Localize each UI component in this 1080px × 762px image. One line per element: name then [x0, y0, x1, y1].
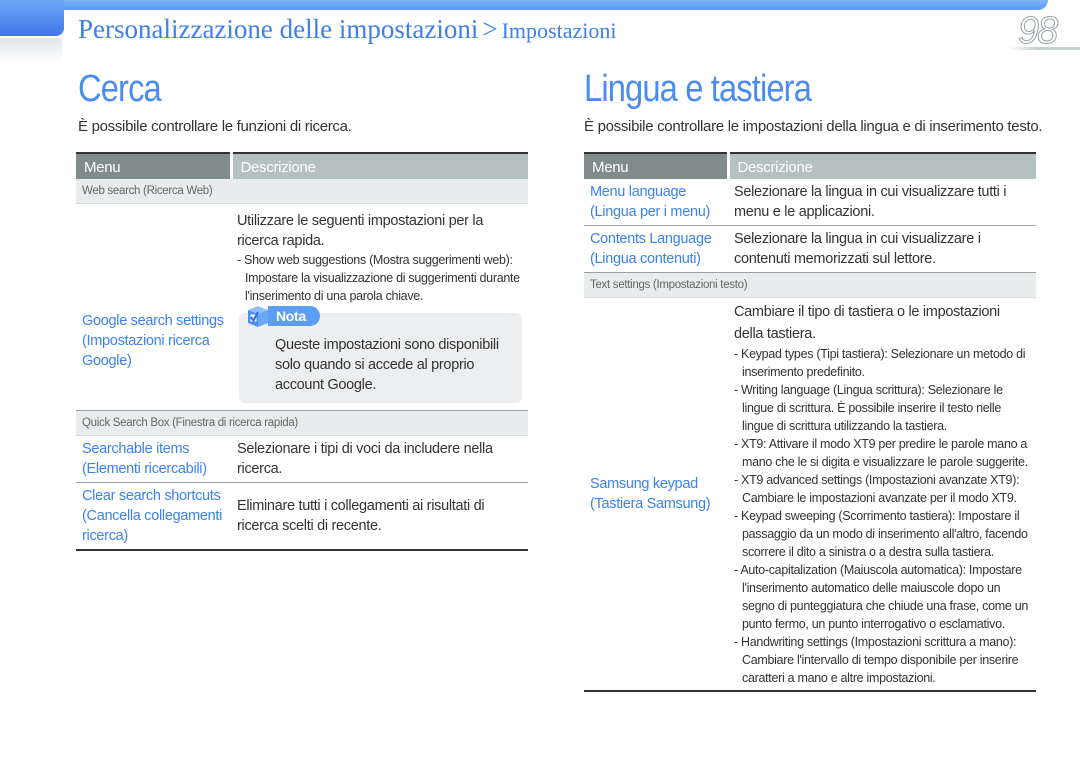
breadcrumb-separator: > [482, 14, 498, 44]
description-text: Selezionare la lingua in cui visualizzar… [728, 179, 1036, 226]
description-bullet: - XT9 advanced settings (Impostazioni av… [734, 473, 1020, 505]
description-text: Selezionare i tipi di voci da includere … [231, 435, 528, 483]
note-text: Queste impostazioni sono disponibili sol… [275, 337, 499, 393]
search-table: Menu Descrizione Web search (Ricerca Web… [76, 152, 528, 551]
group-label: Web search (Ricerca Web) [76, 179, 528, 204]
breadcrumb-main: Personalizzazione delle impostazioni [78, 14, 479, 44]
table-row: Samsung keypad (Tastiera Samsung) Cambia… [584, 297, 1036, 692]
description-cell: Utilizzare le seguenti impostazioni per … [231, 203, 528, 411]
menu-item-contents-language[interactable]: Contents Language (Lingua contenuti) [584, 225, 728, 273]
col-header-description: Descrizione [231, 152, 528, 179]
menu-item-google-search-settings[interactable]: Google search settings (Impostazioni ric… [76, 203, 231, 411]
table-header: Menu Descrizione [76, 152, 528, 179]
header-grey-corner [0, 38, 62, 64]
description-bullet: - Writing language (Lingua scrittura): S… [734, 383, 1003, 433]
table-group-row: Text settings (Impostazioni testo) [584, 272, 1036, 298]
col-header-description: Descrizione [728, 152, 1036, 179]
note-header: Nota [245, 303, 320, 329]
page-number-underline [1008, 47, 1080, 50]
description-bullet: - Keypad types (Tipi tastiera): Selezion… [734, 347, 1026, 379]
breadcrumb-sub: Impostazioni [501, 18, 617, 43]
header-blue-corner [0, 0, 64, 36]
table-header: Menu Descrizione [584, 152, 1036, 179]
section-title-search: Cerca [78, 68, 162, 110]
breadcrumb: Personalizzazione delle impostazioni > I… [78, 14, 616, 45]
table-row: Menu language (Lingua per i menu) Selezi… [584, 179, 1036, 226]
description-text: Utilizzare le seguenti impostazioni per … [237, 213, 484, 249]
menu-item-clear-search-shortcuts[interactable]: Clear search shortcuts (Cancella collega… [76, 482, 231, 551]
group-label: Quick Search Box (Finestra di ricerca ra… [76, 410, 528, 436]
description-text: Cambiare il tipo di tastiera o le impost… [734, 304, 1000, 342]
section-intro-language-keyboard: È possibile controllare le impostazioni … [584, 118, 1043, 135]
table-group-row: Quick Search Box (Finestra di ricerca ra… [76, 410, 528, 436]
description-bullet: - Keypad sweeping (Scorrimento tastiera)… [734, 509, 1028, 559]
description-bullet: - Handwriting settings (Impostazioni scr… [734, 635, 1019, 685]
group-label: Text settings (Impostazioni testo) [584, 272, 1036, 298]
header-blue-band [0, 0, 1048, 10]
menu-item-searchable-items[interactable]: Searchable items (Elementi ricercabili) [76, 435, 231, 483]
col-header-menu: Menu [584, 152, 730, 179]
header-bar: Personalizzazione delle impostazioni > I… [0, 0, 1080, 70]
section-intro-search: È possibile controllare le funzioni di r… [78, 118, 352, 135]
table-row: Clear search shortcuts (Cancella collega… [76, 482, 528, 551]
col-header-menu: Menu [76, 152, 233, 179]
table-row: Google search settings (Impostazioni ric… [76, 203, 528, 411]
description-text: Eliminare tutti i collegamenti ai risult… [231, 482, 528, 551]
description-cell: Cambiare il tipo di tastiera o le impost… [728, 297, 1036, 692]
note-box: Nota Queste impostazioni sono disponibil… [239, 306, 522, 403]
note-label: Nota [268, 306, 320, 326]
description-bullet: - Auto-capitalization (Maiuscola automat… [734, 563, 1028, 631]
menu-item-menu-language[interactable]: Menu language (Lingua per i menu) [584, 179, 728, 226]
description-text: Selezionare la lingua in cui visualizzar… [728, 225, 1036, 273]
table-group-row: Web search (Ricerca Web) [76, 179, 528, 204]
language-keyboard-table: Menu Descrizione Menu language (Lingua p… [584, 152, 1036, 692]
menu-item-samsung-keypad[interactable]: Samsung keypad (Tastiera Samsung) [584, 297, 728, 692]
description-bullet: - Show web suggestions (Mostra suggerime… [237, 253, 520, 303]
table-row: Searchable items (Elementi ricercabili) … [76, 435, 528, 483]
section-title-language-keyboard: Lingua e tastiera [584, 68, 812, 110]
table-row: Contents Language (Lingua contenuti) Sel… [584, 225, 1036, 273]
description-bullet: - XT9: Attivare il modo XT9 per predire … [734, 437, 1028, 469]
